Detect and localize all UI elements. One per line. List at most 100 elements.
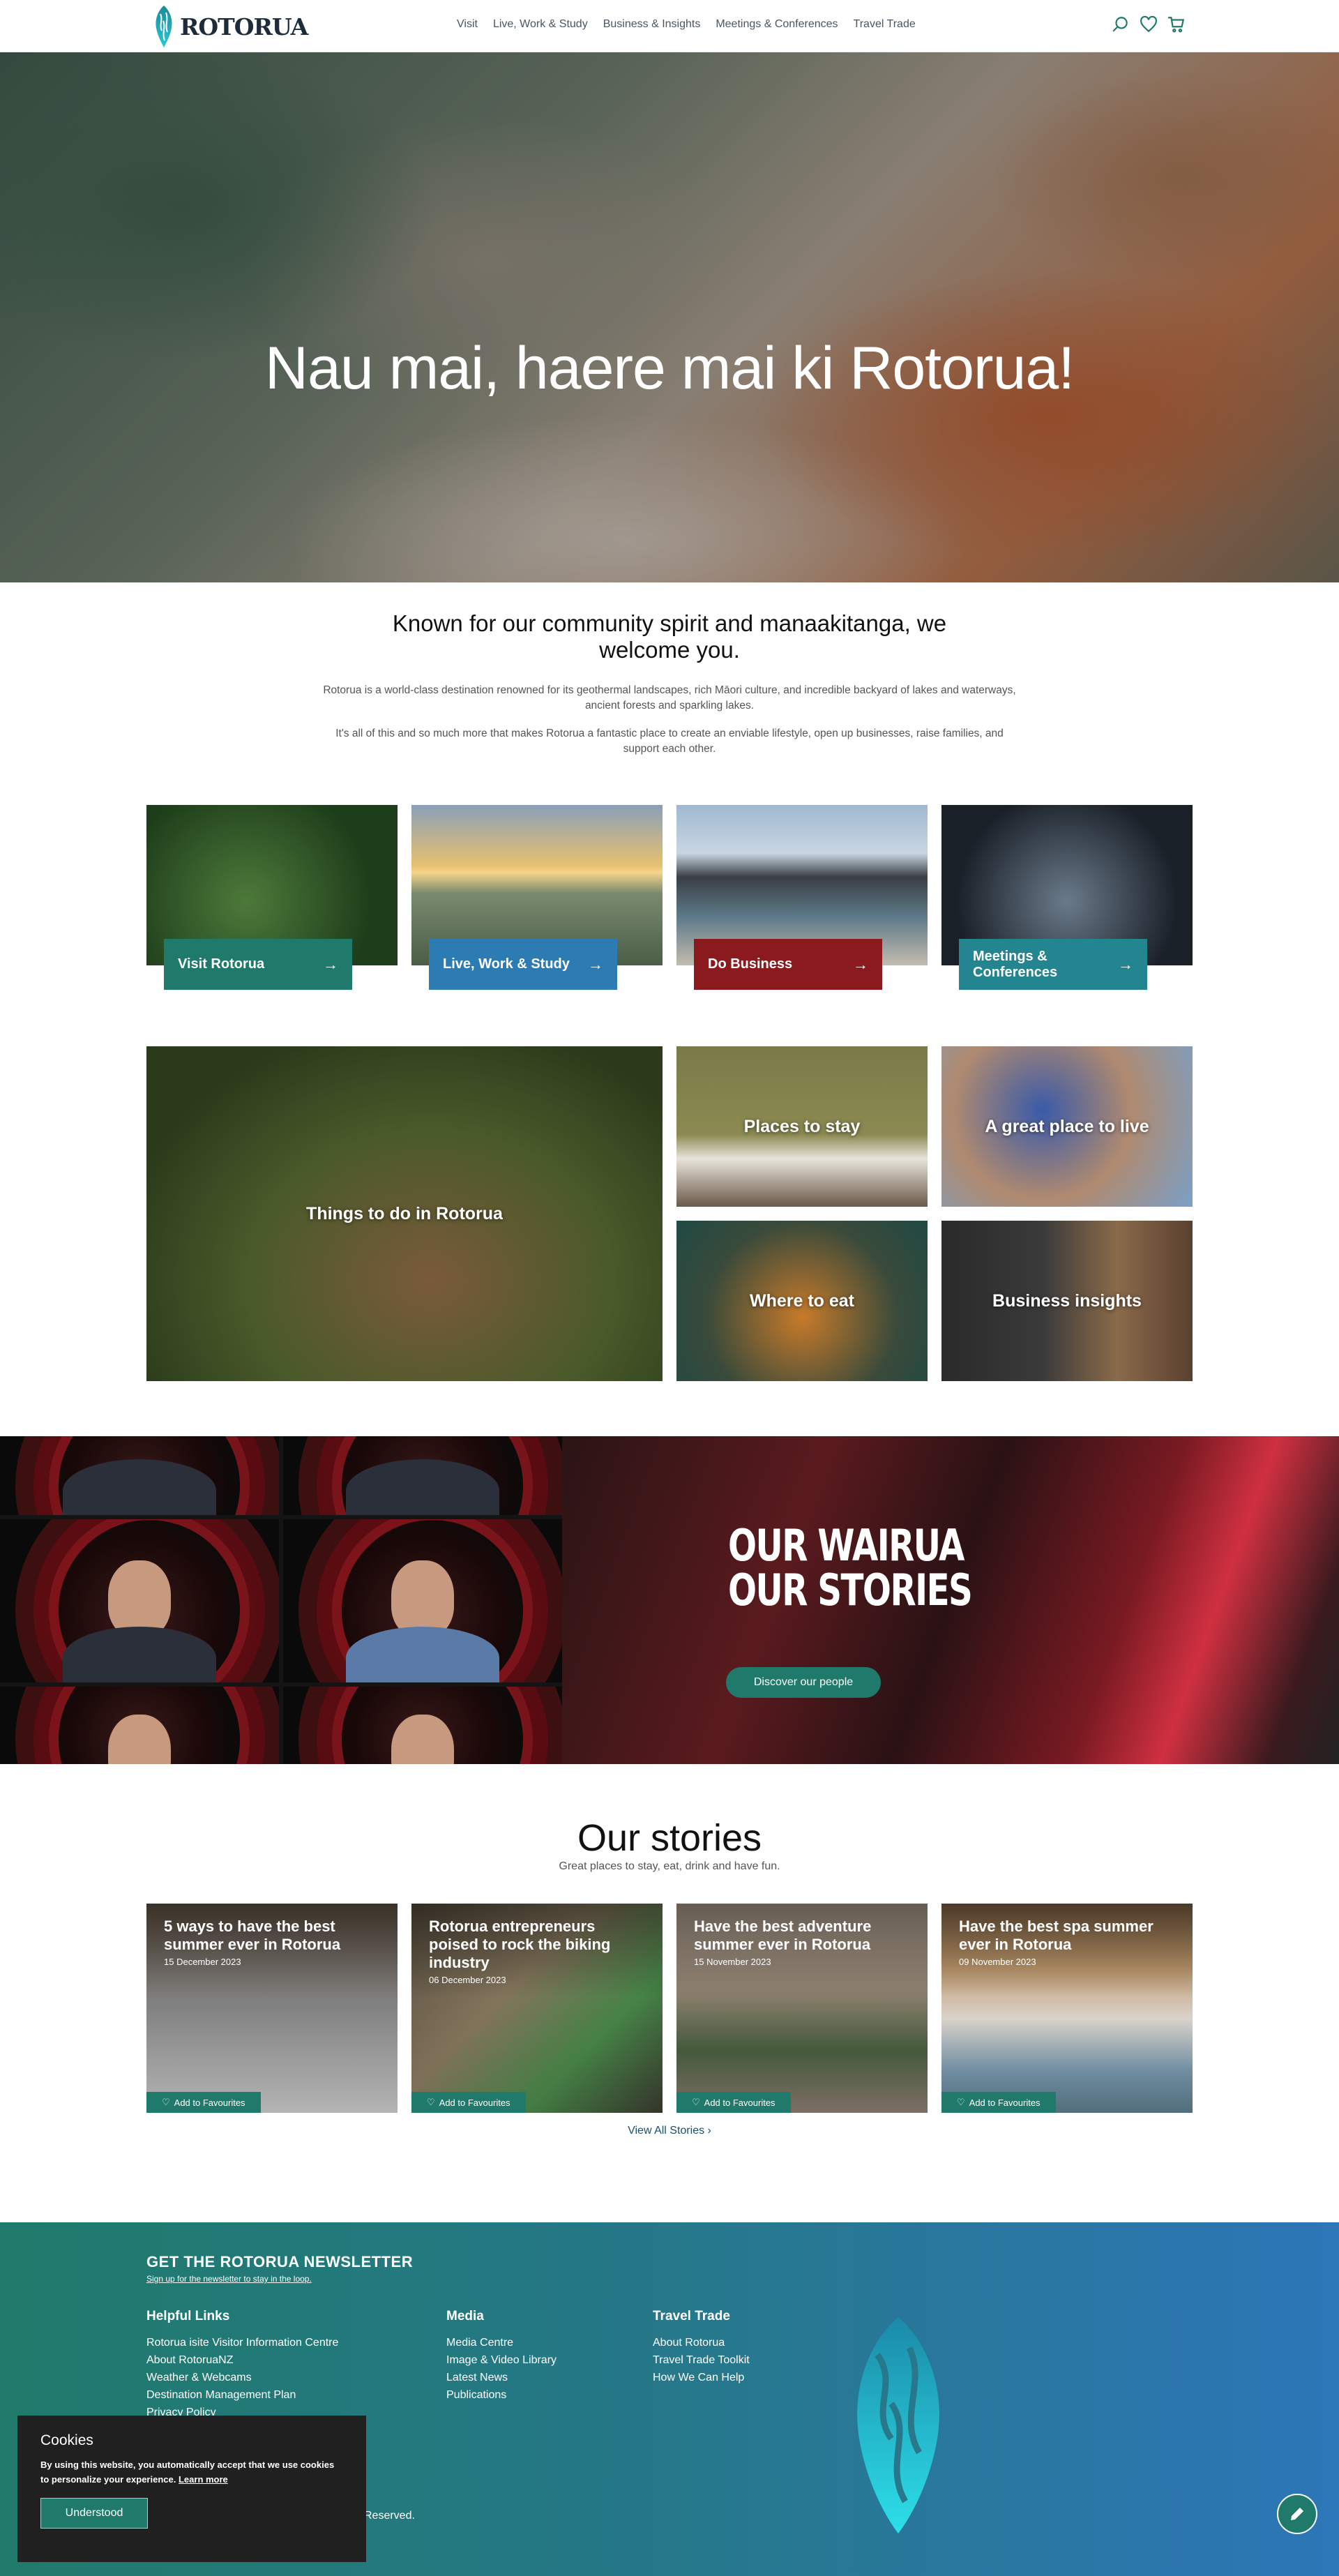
intro-paragraph-1: Rotorua is a world-class destination ren… xyxy=(323,684,1016,711)
tile-business-insights[interactable]: Business insights xyxy=(941,1221,1193,1381)
footer-col-title: Helpful Links xyxy=(146,2309,230,2323)
tile-great-place-to-live[interactable]: A great place to live xyxy=(941,1046,1193,1207)
pathway-card-visit[interactable]: Visit Rotorua → xyxy=(146,805,398,990)
pathway-tag[interactable]: Visit Rotorua → xyxy=(164,939,352,990)
footer-link[interactable]: Weather & Webcams xyxy=(146,2369,338,2386)
rotorua-footer-logo-icon xyxy=(857,2317,939,2533)
cookie-title: Cookies xyxy=(40,2432,93,2448)
newsletter-signup-link[interactable]: Sign up for the newsletter to stay in th… xyxy=(146,2274,312,2284)
newsletter-title: GET THE ROTORUA NEWSLETTER xyxy=(146,2253,414,2270)
pathway-tag[interactable]: Live, Work & Study → xyxy=(429,939,617,990)
footer-link[interactable]: About Rotorua xyxy=(653,2334,750,2351)
search-icon[interactable] xyxy=(1112,15,1130,33)
story-card[interactable]: Have the best adventure summer ever in R… xyxy=(676,1904,928,2113)
footer-link[interactable]: Latest News xyxy=(446,2369,557,2386)
story-title: Have the best adventure summer ever in R… xyxy=(694,1918,872,1953)
portrait-face xyxy=(391,1560,454,1637)
story-card[interactable]: Rotorua entrepreneurs poised to rock the… xyxy=(411,1904,663,2113)
pathway-cards: Visit Rotorua → Live, Work & Study → Do … xyxy=(146,805,1193,990)
fav-label: Add to Favourites xyxy=(969,2097,1041,2108)
portrait-figure xyxy=(346,1627,499,1682)
intro-paragraph-2: It's all of this and so much more that m… xyxy=(335,728,1004,755)
story-date: 09 November 2023 xyxy=(959,1957,1036,1967)
cookie-text: By using this website, you automatically… xyxy=(40,2457,343,2487)
wairua-line-2: OUR STORIES xyxy=(728,1565,973,1615)
arrow-right-icon: → xyxy=(853,956,868,973)
footer-col-title: Travel Trade xyxy=(653,2309,730,2323)
pathway-tag[interactable]: Meetings & Conferences → xyxy=(959,939,1147,990)
portrait-figure xyxy=(63,1627,216,1682)
tile-where-to-eat[interactable]: Where to eat xyxy=(676,1221,928,1381)
pathway-label: Live, Work & Study xyxy=(443,956,570,972)
story-date: 15 November 2023 xyxy=(694,1957,771,1967)
nav-visit[interactable]: Visit xyxy=(457,18,478,31)
pathway-card-live-work-study[interactable]: Live, Work & Study → xyxy=(411,805,663,990)
pathway-tag[interactable]: Do Business → xyxy=(694,939,882,990)
pathway-card-meetings[interactable]: Meetings & Conferences → xyxy=(941,805,1193,990)
footer-link[interactable]: About RotoruaNZ xyxy=(146,2351,338,2369)
footer-link[interactable]: Rotorua isite Visitor Information Centre xyxy=(146,2334,338,2351)
story-card[interactable]: 5 ways to have the best summer ever in R… xyxy=(146,1904,398,2113)
portrait-face xyxy=(108,1715,171,1764)
story-title: 5 ways to have the best summer ever in R… xyxy=(164,1918,341,1953)
footer-link[interactable]: Publications xyxy=(446,2386,557,2404)
story-cards: 5 ways to have the best summer ever in R… xyxy=(146,1904,1193,2113)
story-date: 15 December 2023 xyxy=(164,1957,241,1967)
discover-people-button[interactable]: Discover our people xyxy=(726,1667,881,1698)
footer-col-travel-trade: Travel Trade About Rotorua Travel Trade … xyxy=(653,2309,750,2386)
stories-title: Our stories xyxy=(577,1817,762,1859)
chevron-right-icon: › xyxy=(707,2125,711,2137)
cookie-accept-button[interactable]: Understood xyxy=(40,2498,148,2529)
story-card[interactable]: Have the best spa summer ever in Rotorua… xyxy=(941,1904,1193,2113)
footer-col-helpful-links: Helpful Links Rotorua isite Visitor Info… xyxy=(146,2309,338,2421)
nav-meetings-conferences[interactable]: Meetings & Conferences xyxy=(716,18,838,31)
heart-icon: ♡ xyxy=(957,2097,965,2107)
chat-button[interactable] xyxy=(1277,2494,1317,2534)
intro-heading: Known for our community spirit and manaa… xyxy=(392,610,947,663)
pathway-label: Meetings & Conferences xyxy=(973,948,1058,980)
view-all-stories-link[interactable]: View All Stories › xyxy=(0,2125,1339,2137)
portrait xyxy=(0,1519,279,1682)
pathway-label: Visit Rotorua xyxy=(178,956,265,972)
footer-link[interactable]: Travel Trade Toolkit xyxy=(653,2351,750,2369)
pathway-label: Do Business xyxy=(708,956,793,972)
pathway-card-do-business[interactable]: Do Business → xyxy=(676,805,928,990)
add-to-favourites-button[interactable]: ♡ Add to Favourites xyxy=(676,2092,791,2113)
site-logo[interactable]: ROTORUA xyxy=(152,4,308,49)
cookie-banner: Cookies By using this website, you autom… xyxy=(17,2416,366,2562)
heart-icon[interactable] xyxy=(1140,15,1158,33)
tile-label: Business insights xyxy=(992,1290,1142,1311)
tile-things-to-do[interactable]: Things to do in Rotorua xyxy=(146,1046,663,1381)
stories-subtitle: Great places to stay, eat, drink and hav… xyxy=(559,1860,780,1872)
add-to-favourites-button[interactable]: ♡ Add to Favourites xyxy=(411,2092,526,2113)
tile-label: A great place to live xyxy=(985,1116,1149,1136)
footer-link[interactable]: How We Can Help xyxy=(653,2369,750,2386)
rotorua-logo-icon xyxy=(156,6,172,47)
intro-section: Known for our community spirit and manaa… xyxy=(0,610,1339,757)
fav-label: Add to Favourites xyxy=(704,2097,776,2108)
arrow-right-icon: → xyxy=(1118,956,1133,973)
portrait xyxy=(0,1687,279,1764)
nav-live-work-study[interactable]: Live, Work & Study xyxy=(493,18,588,31)
tile-places-to-stay[interactable]: Places to stay xyxy=(676,1046,928,1207)
tile-label: Where to eat xyxy=(749,1290,855,1311)
wairua-banner xyxy=(0,1436,1339,1764)
cart-icon[interactable] xyxy=(1167,15,1186,33)
view-all-label: View All Stories xyxy=(628,2125,705,2137)
footer-link[interactable]: Media Centre xyxy=(446,2334,557,2351)
story-title: Have the best spa summer ever in Rotorua xyxy=(959,1918,1153,1953)
hero-title: Nau mai, haere mai ki Rotorua! xyxy=(264,335,1075,402)
nav-travel-trade[interactable]: Travel Trade xyxy=(854,18,916,31)
learn-more-link[interactable]: Learn more xyxy=(179,2474,228,2485)
hero-banner: Nau mai, haere mai ki Rotorua! xyxy=(0,52,1339,582)
footer-link[interactable]: Destination Management Plan xyxy=(146,2386,338,2404)
copyright-text: Reserved. xyxy=(364,2510,415,2522)
wairua-line-1: OUR WAIRUA xyxy=(728,1520,964,1571)
footer-link[interactable]: Image & Video Library xyxy=(446,2351,557,2369)
portrait-figure xyxy=(346,1459,499,1515)
nav-business-insights[interactable]: Business & Insights xyxy=(603,18,701,31)
add-to-favourites-button[interactable]: ♡ Add to Favourites xyxy=(941,2092,1056,2113)
portrait-grid xyxy=(0,1436,562,1764)
logo-text: ROTORUA xyxy=(180,13,308,40)
add-to-favourites-button[interactable]: ♡ Add to Favourites xyxy=(146,2092,261,2113)
